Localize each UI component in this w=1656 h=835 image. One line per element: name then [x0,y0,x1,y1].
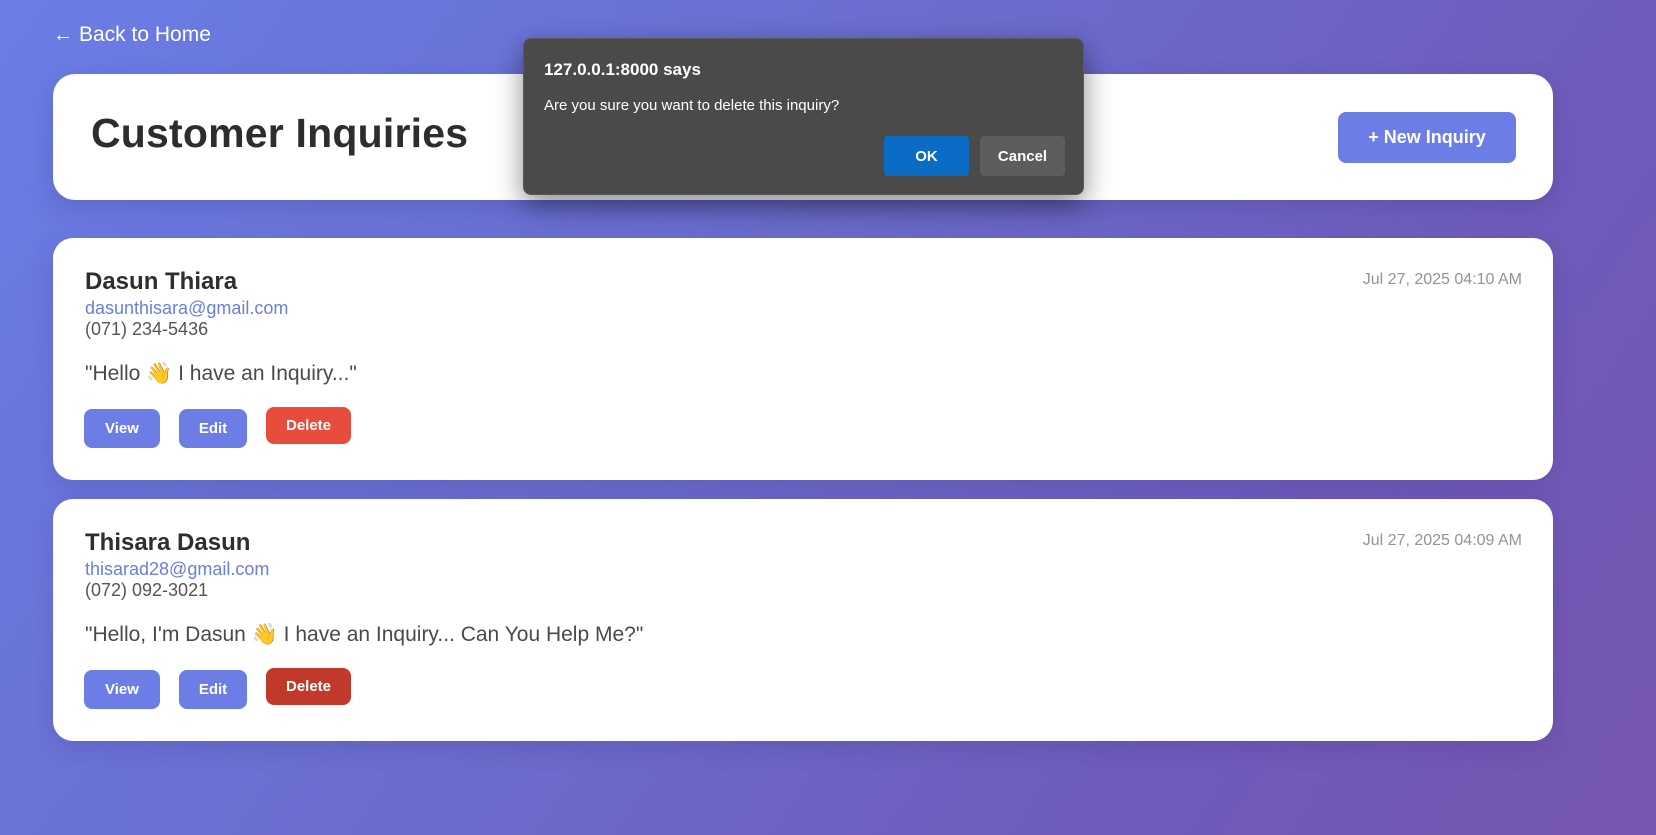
edit-button[interactable]: Edit [179,409,247,448]
inquiry-date: Jul 27, 2025 04:10 AM [1362,271,1522,288]
inquiry-message: "Hello, I'm Dasun 👋 I have an Inquiry...… [85,623,644,646]
inquiry-date: Jul 27, 2025 04:09 AM [1362,532,1522,549]
ok-button[interactable]: OK [884,136,969,176]
confirm-dialog: 127.0.0.1:8000 says Are you sure you wan… [523,38,1084,195]
view-button[interactable]: View [84,409,160,448]
inquiry-phone: (072) 092-3021 [85,580,209,600]
delete-button[interactable]: Delete [266,407,351,444]
inquiry-card: Thisara Dasun thisarad28@gmail.com (072)… [53,499,1553,741]
inquiry-phone: (071) 234-5436 [85,319,209,339]
back-to-home-link[interactable]: ← Back to Home [53,23,211,47]
inquiry-name: Thisara Dasun [85,529,251,556]
back-to-home-label: Back to Home [79,23,211,46]
inquiry-message: "Hello 👋 I have an Inquiry..." [85,362,357,385]
cancel-button[interactable]: Cancel [980,136,1065,176]
delete-button[interactable]: Delete [266,668,351,705]
arrow-left-icon: ← [53,24,73,46]
inquiry-card: Dasun Thiara dasunthisara@gmail.com (071… [53,238,1553,480]
dialog-message: Are you sure you want to delete this inq… [544,97,840,114]
inquiry-email-link[interactable]: thisarad28@gmail.com [85,559,269,580]
new-inquiry-button[interactable]: + New Inquiry [1338,112,1516,163]
inquiry-email-link[interactable]: dasunthisara@gmail.com [85,298,288,319]
inquiry-name: Dasun Thiara [85,268,238,295]
page-title: Customer Inquiries [91,110,469,156]
dialog-title: 127.0.0.1:8000 says [544,60,701,79]
view-button[interactable]: View [84,670,160,709]
edit-button[interactable]: Edit [179,670,247,709]
